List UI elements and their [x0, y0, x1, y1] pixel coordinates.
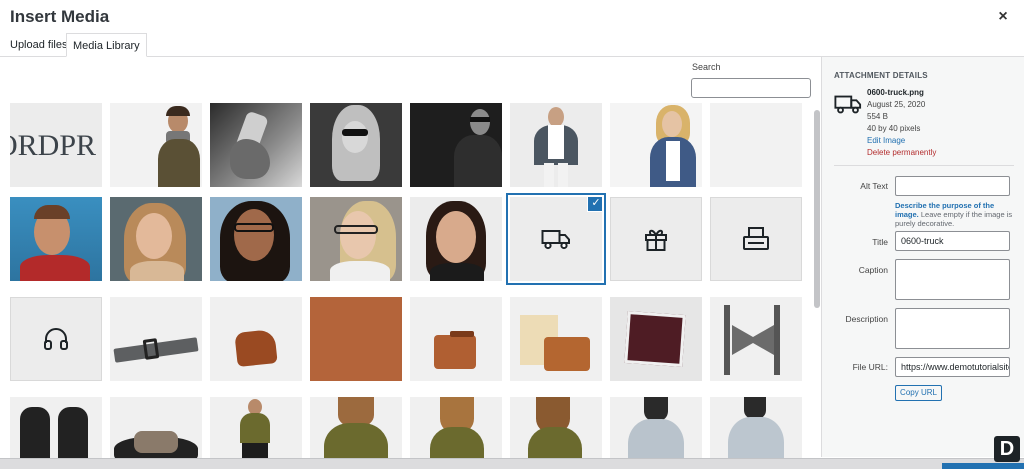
media-item-photo[interactable] [210, 197, 302, 281]
caption-label: Caption [858, 265, 888, 275]
search-label: Search [692, 62, 721, 72]
media-item-headphones[interactable] [10, 297, 102, 381]
alt-text-label: Alt Text [860, 181, 888, 191]
attachment-thumbnail-truck-icon [834, 95, 862, 114]
headphones-icon [44, 328, 68, 350]
media-item-payment[interactable] [710, 197, 802, 281]
logo-text: ORDPR [10, 129, 97, 162]
alt-text-input[interactable] [895, 176, 1010, 196]
tab-media-library[interactable]: Media Library [66, 33, 147, 57]
close-icon[interactable]: × [994, 8, 1012, 26]
edit-image-link[interactable]: Edit Image [867, 136, 905, 145]
media-item-photo[interactable] [610, 103, 702, 187]
details-divider [834, 165, 1014, 166]
media-item-photo[interactable] [410, 397, 502, 458]
media-item-photo[interactable] [510, 297, 602, 381]
attachment-dimensions: 40 by 40 pixels [867, 124, 921, 133]
media-item-photo[interactable] [310, 103, 402, 187]
delete-permanently-link[interactable]: Delete permanently [867, 148, 936, 157]
attachment-date: August 25, 2020 [867, 100, 926, 109]
media-grid: ORDPR [8, 103, 806, 458]
media-item-photo[interactable] [510, 103, 602, 187]
title-label: Title [872, 237, 888, 247]
truck-icon [541, 230, 570, 250]
attachment-details-heading: ATTACHMENT DETAILS [834, 71, 928, 80]
insert-media-modal: Insert Media × Upload files Media Librar… [0, 0, 1024, 469]
media-item-photo[interactable] [210, 297, 302, 381]
media-item-photo[interactable] [410, 297, 502, 381]
media-tabs: Upload files Media Library [0, 33, 1024, 57]
media-item-photo[interactable] [410, 197, 502, 281]
media-item-photo[interactable] [710, 397, 802, 458]
media-item-photo[interactable] [110, 397, 202, 458]
selected-check-icon[interactable]: ✓ [587, 197, 602, 212]
media-item-photo[interactable] [710, 297, 802, 381]
media-item-truck-selected[interactable]: ✓ [510, 197, 602, 281]
media-item-gift[interactable] [610, 197, 702, 281]
media-item-photo[interactable] [310, 197, 402, 281]
grid-scrollbar[interactable] [814, 110, 820, 308]
copy-url-button[interactable]: Copy URL [895, 385, 942, 401]
media-item-photo[interactable] [610, 397, 702, 458]
description-label: Description [845, 314, 888, 324]
attachment-filename: 0600-truck.png [867, 88, 924, 97]
description-textarea[interactable] [895, 308, 1010, 349]
file-url-input[interactable]: https://www.demotutorialsite.com [895, 357, 1010, 377]
media-item-photo[interactable] [610, 297, 702, 381]
media-item-photo[interactable] [10, 397, 102, 458]
media-item-photo[interactable] [310, 397, 402, 458]
tab-upload-files[interactable]: Upload files [4, 33, 73, 57]
media-item-photo[interactable] [110, 297, 202, 381]
caption-textarea[interactable] [895, 259, 1010, 300]
attachment-details-panel: ATTACHMENT DETAILS 0600-truck.png August… [821, 57, 1024, 457]
payment-icon [743, 227, 769, 250]
gift-icon [645, 229, 667, 251]
media-item-photo[interactable] [310, 297, 402, 381]
modal-title: Insert Media [10, 7, 110, 26]
media-item-photo[interactable] [510, 397, 602, 458]
media-item-logo[interactable]: ORDPR [10, 103, 102, 187]
media-item-photo[interactable] [410, 103, 502, 187]
media-item-photo[interactable] [210, 103, 302, 187]
alt-text-help: Describe the purpose of the image. Leave… [895, 201, 1013, 228]
media-item-photo[interactable] [110, 197, 202, 281]
media-item-photo[interactable] [210, 397, 302, 458]
media-item-blank[interactable] [710, 103, 802, 187]
media-item-photo[interactable] [110, 103, 202, 187]
file-url-label: File URL: [852, 362, 888, 372]
media-item-photo[interactable] [10, 197, 102, 281]
title-input[interactable]: 0600-truck [895, 231, 1010, 251]
brand-logo: D [994, 436, 1020, 462]
modal-footer [0, 458, 1024, 469]
insert-button[interactable] [942, 463, 1024, 469]
search-input[interactable] [691, 78, 811, 98]
attachment-size: 554 B [867, 112, 888, 121]
